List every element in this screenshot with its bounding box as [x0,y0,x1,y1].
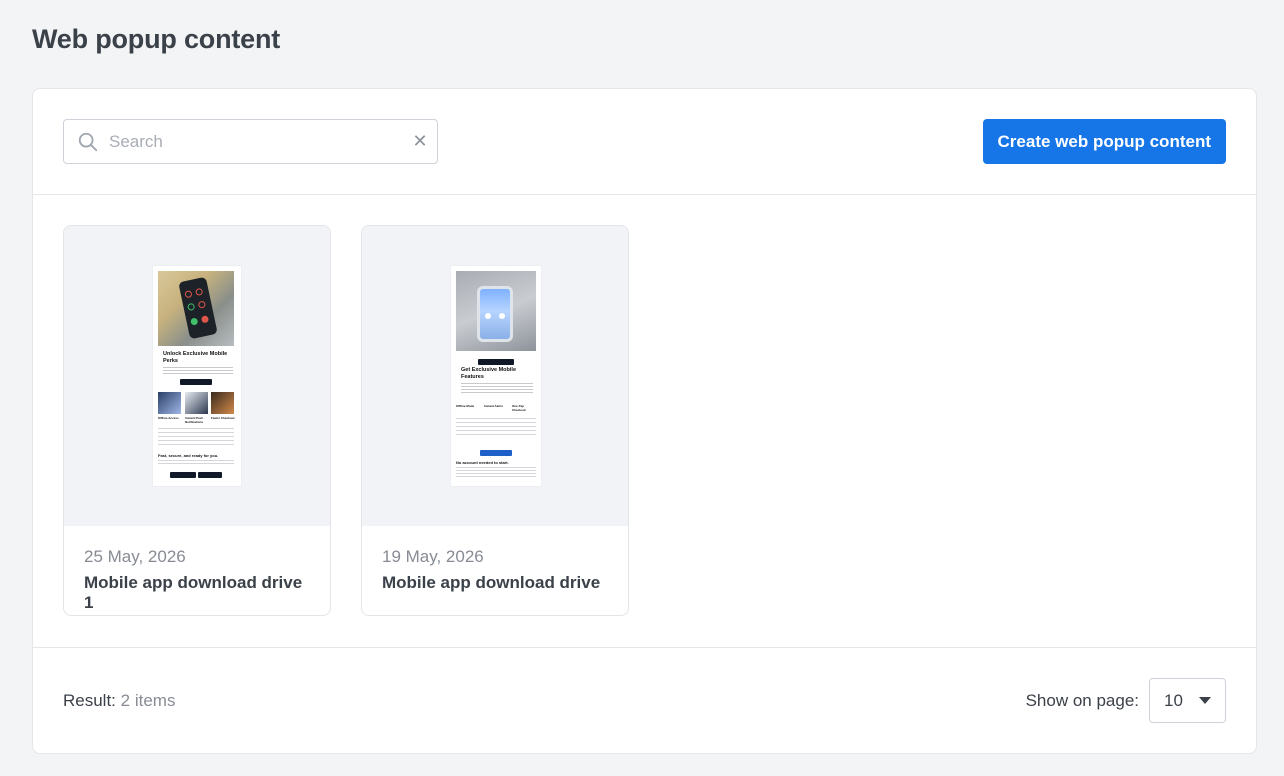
result-count: 2 items [120,691,176,710]
content-card[interactable]: Get Exclusive Mobile Features Offline Mo… [361,225,629,616]
preview-hero-image [158,271,234,346]
card-preview: Get Exclusive Mobile Features Offline Mo… [362,226,628,526]
search-box[interactable]: ✕ [63,119,438,164]
page-size-value: 10 [1164,690,1183,710]
preview-column-2: Instant Push Notifications [185,416,204,424]
card-title: Mobile app download drive 1 [84,573,303,612]
page-size-select[interactable]: 10 [1149,678,1226,723]
card-title: Mobile app download drive [382,573,601,592]
preview-heading: Unlock Exclusive Mobile Perks [163,351,228,364]
preview-column-2: Instant Alerts [484,404,504,408]
clear-search-icon[interactable]: ✕ [403,131,437,152]
card-date: 19 May, 2026 [382,547,484,566]
email-preview-thumbnail: Get Exclusive Mobile Features Offline Mo… [451,266,541,486]
pagination-footer: Result: 2 items Show on page: 10 [33,648,1256,753]
result-summary: Result: 2 items [63,691,175,711]
content-card[interactable]: Unlock Exclusive Mobile Perks Offline Ac… [63,225,331,616]
page-title: Web popup content [32,24,281,54]
search-input[interactable] [109,131,403,152]
preview-column-1: Offline Access [158,416,179,420]
card-info: 25 May, 2026 Mobile app download drive 1 [64,526,330,613]
email-preview-thumbnail: Unlock Exclusive Mobile Perks Offline Ac… [153,266,241,486]
card-info: 19 May, 2026 Mobile app download drive [362,526,628,593]
create-web-popup-button[interactable]: Create web popup content [982,119,1226,164]
show-on-page-label: Show on page: [1025,691,1139,710]
preview-subheading: Fast, secure, and ready for you. [158,453,219,458]
preview-column-3: Faster Checkout [211,416,235,420]
result-label: Result: [63,691,116,710]
content-panel: ✕ Create web popup content [32,88,1257,754]
preview-hero-image [456,271,536,351]
preview-heading: Get Exclusive Mobile Features [461,367,517,380]
chevron-down-icon [1199,697,1211,704]
search-icon [78,132,98,151]
preview-column-1: Offline Mode [456,404,475,408]
card-date: 25 May, 2026 [84,547,186,566]
card-grid: Unlock Exclusive Mobile Perks Offline Ac… [33,195,1256,648]
toolbar: ✕ Create web popup content [33,89,1256,195]
card-preview: Unlock Exclusive Mobile Perks Offline Ac… [64,226,330,526]
preview-column-3: One-Tap Checkout [512,404,526,412]
preview-subheading: No account needed to start. [456,460,509,465]
